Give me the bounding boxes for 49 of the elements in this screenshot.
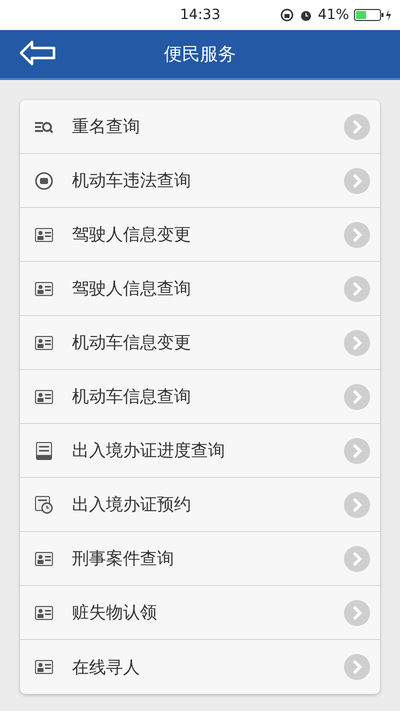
list-item[interactable]: 机动车违法查询 xyxy=(20,154,380,208)
item-label: 机动车信息查询 xyxy=(72,386,192,408)
id-card-icon xyxy=(35,552,53,566)
page-title: 便民服务 xyxy=(164,43,236,66)
list-item[interactable]: 在线寻人 xyxy=(20,640,380,694)
chevron-icon xyxy=(344,492,370,518)
document-icon xyxy=(36,442,52,460)
list-item[interactable]: 重名查询 xyxy=(20,100,380,154)
status-time: 14:33 xyxy=(180,7,220,23)
item-label: 重名查询 xyxy=(72,116,141,138)
item-label: 机动车信息变更 xyxy=(72,332,192,354)
item-label: 驾驶人信息查询 xyxy=(72,278,192,300)
chevron-icon xyxy=(344,654,370,680)
item-label: 在线寻人 xyxy=(72,656,141,678)
chevron-icon xyxy=(344,600,370,626)
list-item[interactable]: 机动车信息查询 xyxy=(20,370,380,424)
list-item[interactable]: 赃失物认领 xyxy=(20,586,380,640)
item-label: 机动车违法查询 xyxy=(72,170,192,192)
battery-icon xyxy=(354,8,392,22)
id-card-icon xyxy=(35,606,53,620)
alarm-icon xyxy=(298,8,313,22)
id-card-icon xyxy=(35,336,53,350)
list-item[interactable]: 出入境办证预约 xyxy=(20,478,380,532)
chevron-icon xyxy=(344,384,370,410)
id-card-icon xyxy=(35,390,53,404)
chevron-icon xyxy=(344,168,370,194)
chevron-icon xyxy=(344,546,370,572)
list-item[interactable]: 驾驶人信息查询 xyxy=(20,262,380,316)
chevron-icon xyxy=(344,438,370,464)
item-label: 赃失物认领 xyxy=(72,602,158,624)
back-arrow-icon xyxy=(19,40,57,66)
list-item[interactable]: 机动车信息变更 xyxy=(20,316,380,370)
search-icon xyxy=(35,120,53,134)
calendar-clock-icon xyxy=(35,496,53,514)
chevron-icon xyxy=(344,114,370,140)
item-label: 出入境办证预约 xyxy=(72,494,192,516)
chevron-icon xyxy=(344,276,370,302)
id-card-icon xyxy=(35,282,53,296)
battery-percent: 41% xyxy=(318,7,349,23)
chevron-icon xyxy=(344,222,370,248)
item-label: 出入境办证进度查询 xyxy=(72,440,226,462)
item-label: 刑事案件查询 xyxy=(72,548,175,570)
item-label: 驾驶人信息变更 xyxy=(72,224,192,246)
list-item[interactable]: 刑事案件查询 xyxy=(20,532,380,586)
id-card-icon xyxy=(35,660,53,674)
id-card-icon xyxy=(35,228,53,242)
list-item[interactable]: 出入境办证进度查询 xyxy=(20,424,380,478)
list-item[interactable]: 驾驶人信息变更 xyxy=(20,208,380,262)
chevron-icon xyxy=(344,330,370,356)
